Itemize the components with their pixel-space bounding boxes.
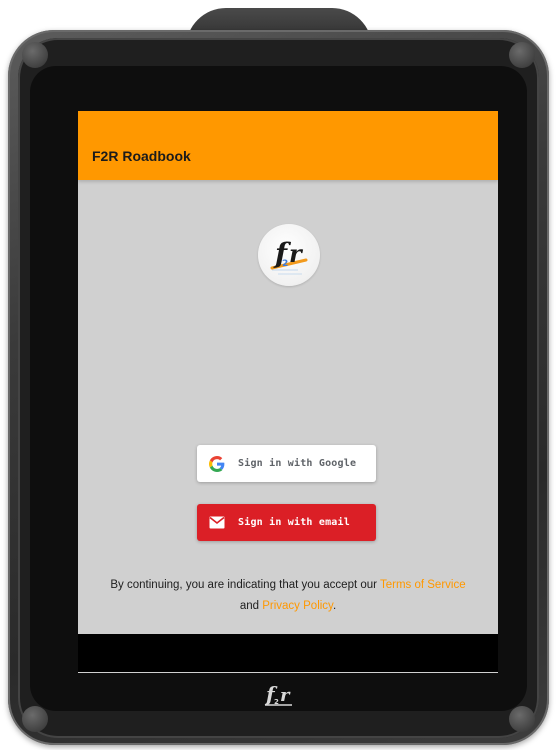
f2r-brand-icon: f 2 r xyxy=(258,680,302,710)
sign-in-email-button[interactable]: Sign in with email xyxy=(197,504,376,541)
corner-screw-bottom-left xyxy=(22,706,48,732)
sign-in-google-label: Sign in with Google xyxy=(238,458,357,469)
device-frame: F2R Roadbook f 2 r Sign in with Google S… xyxy=(0,0,557,750)
terms-notice: By continuing, you are indicating that y… xyxy=(78,575,498,617)
svg-text:r: r xyxy=(280,685,291,706)
corner-screw-top-right xyxy=(509,42,535,68)
f2r-logo-icon: f 2 r xyxy=(258,224,320,286)
sign-in-google-button[interactable]: Sign in with Google xyxy=(197,445,376,482)
terms-suffix-text: . xyxy=(332,600,337,612)
svg-text:r: r xyxy=(289,239,304,268)
terms-of-service-link[interactable]: Terms of Service xyxy=(380,579,466,591)
svg-text:2: 2 xyxy=(282,259,288,269)
app-screen: F2R Roadbook f 2 r Sign in with Google S… xyxy=(78,111,498,673)
terms-middle-text: and xyxy=(239,600,263,612)
app-bar: F2R Roadbook xyxy=(78,111,498,180)
app-title: F2R Roadbook xyxy=(92,148,191,164)
privacy-policy-link[interactable]: Privacy Policy xyxy=(262,600,333,612)
google-g-icon xyxy=(208,455,226,473)
mail-icon xyxy=(208,514,226,532)
corner-screw-bottom-right xyxy=(509,706,535,732)
navigation-strip xyxy=(78,634,498,672)
terms-prefix-text: By continuing, you are indicating that y… xyxy=(110,579,380,591)
sign-in-email-label: Sign in with email xyxy=(238,517,350,528)
corner-screw-top-left xyxy=(22,42,48,68)
